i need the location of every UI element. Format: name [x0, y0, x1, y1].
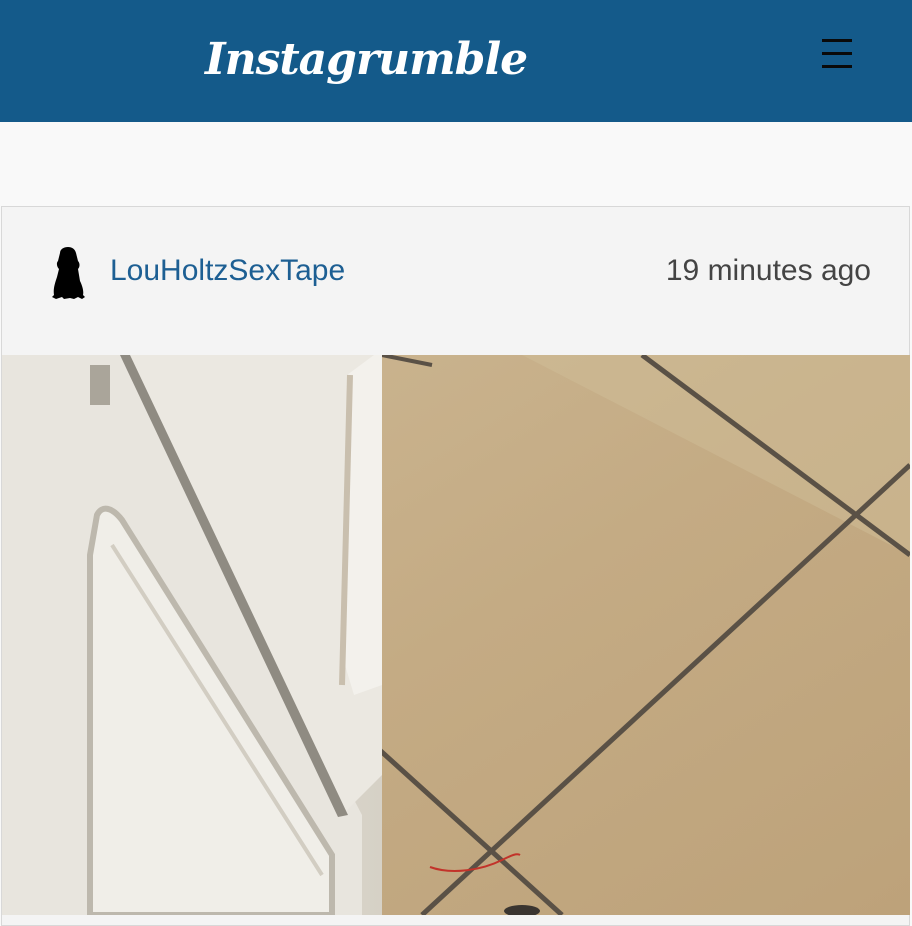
- hamburger-menu-icon[interactable]: [816, 34, 860, 74]
- post-card: LouHoltzSexTape 19 minutes ago: [1, 206, 910, 926]
- page-spacer: [0, 122, 912, 206]
- post-timestamp: 19 minutes ago: [665, 254, 871, 287]
- post-header: LouHoltzSexTape 19 minutes ago: [2, 207, 909, 356]
- post-username-link[interactable]: LouHoltzSexTape: [110, 251, 345, 291]
- pug-silhouette-icon[interactable]: [50, 247, 86, 301]
- post-photo[interactable]: [2, 355, 910, 915]
- top-navigation-bar: Instagrumble: [0, 0, 912, 122]
- brand-logo[interactable]: Instagrumble: [205, 22, 528, 102]
